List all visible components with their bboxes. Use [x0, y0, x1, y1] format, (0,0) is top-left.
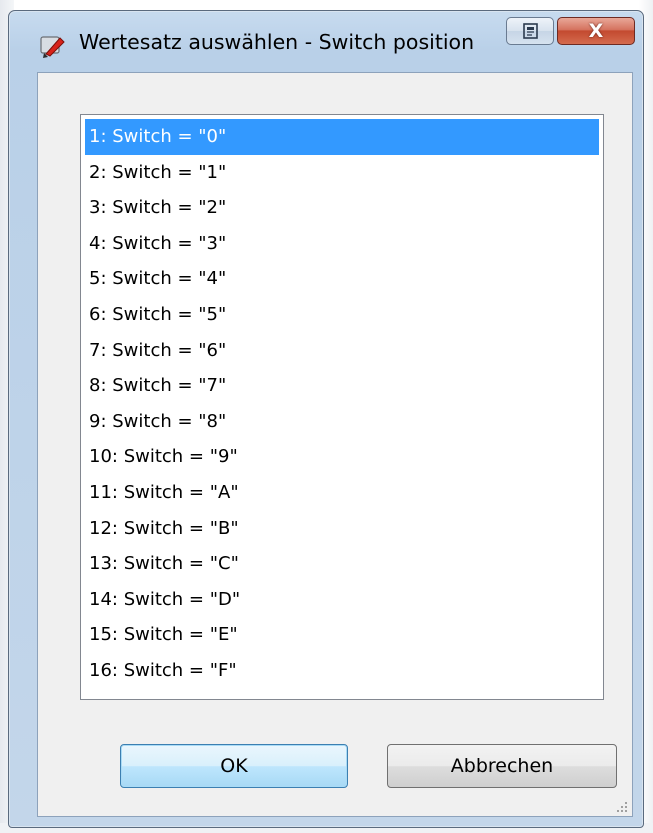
list-item[interactable]: 7: Switch = "6" — [85, 333, 599, 369]
value-set-listbox[interactable]: 1: Switch = "0" 2: Switch = "1" 3: Switch … — [80, 114, 604, 700]
list-item[interactable]: 16: Switch = "F" — [85, 653, 599, 689]
list-item[interactable]: 14: Switch = "D" — [85, 582, 599, 618]
dialog-window: Wertesatz auswählen - Switch position X … — [8, 10, 644, 828]
restore-icon — [507, 23, 553, 48]
close-icon: X — [588, 20, 604, 42]
list-item[interactable]: 5: Switch = "4" — [85, 261, 599, 297]
list-item[interactable]: 11: Switch = "A" — [85, 475, 599, 511]
ok-button-label: OK — [220, 755, 248, 777]
list-item[interactable]: 12: Switch = "B" — [85, 511, 599, 547]
list-item[interactable]: 15: Switch = "E" — [85, 617, 599, 653]
list-item[interactable]: 4: Switch = "3" — [85, 226, 599, 262]
title-bar[interactable]: Wertesatz auswählen - Switch position X — [9, 11, 643, 77]
list-item[interactable]: 1: Switch = "0" — [85, 119, 599, 155]
dialog-client-area: 1: Switch = "0" 2: Switch = "1" 3: Switch … — [37, 72, 633, 817]
cancel-button-label: Abbrechen — [450, 755, 554, 777]
window-title: Wertesatz auswählen - Switch position — [79, 30, 475, 54]
list-item[interactable]: 10: Switch = "9" — [85, 439, 599, 475]
close-button[interactable]: X — [557, 17, 635, 45]
resize-grip-icon[interactable] — [614, 798, 628, 812]
list-item[interactable]: 3: Switch = "2" — [85, 190, 599, 226]
list-item[interactable]: 13: Switch = "C" — [85, 546, 599, 582]
list-item[interactable]: 8: Switch = "7" — [85, 368, 599, 404]
restore-button[interactable] — [506, 17, 554, 45]
list-item[interactable]: 2: Switch = "1" — [85, 155, 599, 191]
list-item[interactable]: 9: Switch = "8" — [85, 404, 599, 440]
value-set-list: 1: Switch = "0" 2: Switch = "1" 3: Switch … — [85, 119, 599, 689]
ok-button[interactable]: OK — [120, 744, 348, 788]
list-item[interactable]: 6: Switch = "5" — [85, 297, 599, 333]
cancel-button[interactable]: Abbrechen — [387, 744, 617, 788]
app-icon — [39, 33, 67, 59]
